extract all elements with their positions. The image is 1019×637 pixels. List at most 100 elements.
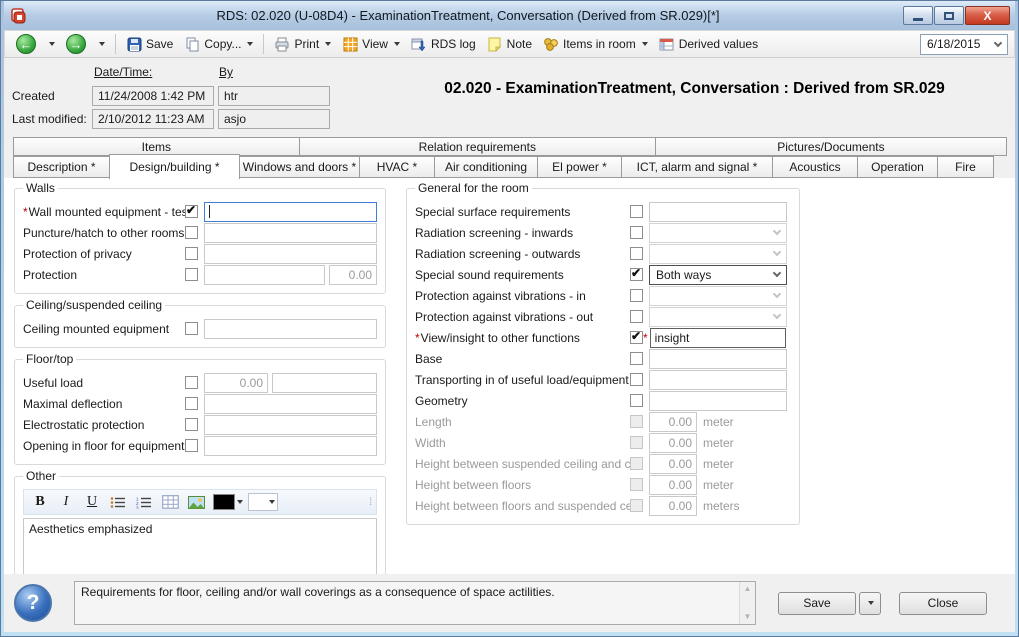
puncture-hatch-checkbox[interactable] [185, 226, 198, 239]
scroll-up-icon[interactable]: ▲ [744, 585, 752, 593]
protection-of-privacy-input[interactable] [204, 244, 377, 264]
transporting-input[interactable] [649, 370, 787, 390]
transporting-checkbox[interactable] [630, 373, 643, 386]
opening-in-floor-checkbox[interactable] [185, 439, 198, 452]
chevron-down-icon [994, 38, 1002, 46]
items-in-room-button[interactable]: Items in room [538, 34, 653, 54]
print-button[interactable]: Print [269, 34, 336, 54]
close-footer-button[interactable]: Close [899, 592, 987, 615]
maximal-deflection-checkbox[interactable] [185, 397, 198, 410]
save-options-dropdown[interactable] [859, 592, 881, 615]
ceiling-mounted-equipment-input[interactable] [204, 319, 377, 339]
scroll-down-icon[interactable]: ▼ [744, 613, 752, 621]
other-text-editor[interactable]: Aesthetics emphasized [23, 518, 377, 574]
special-surface-input[interactable] [649, 202, 787, 222]
last-modified-datetime-field[interactable]: 2/10/2012 11:23 AM [92, 109, 214, 129]
electrostatic-protection-checkbox[interactable] [185, 418, 198, 431]
special-sound-checkbox[interactable] [630, 268, 643, 281]
created-by-field[interactable]: htr [218, 86, 330, 106]
last-modified-by-field[interactable]: asjo [218, 109, 330, 129]
save-footer-button[interactable]: Save [778, 592, 856, 615]
forward-dropdown[interactable] [92, 40, 110, 48]
wall-mounted-equipment-checkbox[interactable] [185, 205, 198, 218]
walls-group: Walls *Wall mounted equipment - test Pun… [14, 188, 386, 294]
opening-in-floor-input[interactable] [204, 436, 377, 456]
back-dropdown[interactable] [42, 40, 60, 48]
italic-button[interactable]: I [54, 492, 78, 513]
minimize-button[interactable] [903, 6, 933, 25]
special-sound-select[interactable]: Both ways [649, 265, 787, 285]
puncture-hatch-input[interactable] [204, 223, 377, 243]
text-caret [209, 205, 210, 218]
left-column: Walls *Wall mounted equipment - test Pun… [14, 188, 386, 574]
radiation-outwards-checkbox[interactable] [630, 247, 643, 260]
tab-fire[interactable]: Fire [937, 156, 994, 178]
tab-ict-alarm-signal[interactable]: ICT, alarm and signal * [621, 156, 773, 178]
rds-log-button[interactable]: RDS log [406, 34, 481, 54]
copy-button[interactable]: Copy... [179, 34, 258, 54]
useful-load-amount-input[interactable] [204, 373, 268, 393]
vibrations-in-select[interactable] [649, 286, 787, 306]
protection-of-privacy-checkbox[interactable] [185, 247, 198, 260]
tab-strips: Items Relation requirements Pictures/Doc… [4, 134, 1015, 178]
insert-image-button[interactable] [184, 492, 208, 513]
maximize-button[interactable] [934, 6, 964, 25]
created-datetime-field[interactable]: 11/24/2008 1:42 PM [92, 86, 214, 106]
underline-button[interactable]: U [80, 492, 104, 513]
general-for-room-group: General for the room Special surface req… [406, 188, 800, 525]
tab-description[interactable]: Description * [13, 156, 110, 178]
special-surface-checkbox[interactable] [630, 205, 643, 218]
height-floors-suspended-label: Height between floors and suspended ceil… [415, 499, 630, 513]
font-color-button[interactable] [210, 492, 246, 513]
ceiling-mounted-equipment-checkbox[interactable] [185, 322, 198, 335]
tab-relation-requirements[interactable]: Relation requirements [299, 137, 656, 156]
base-input[interactable] [649, 349, 787, 369]
toolbar-overflow-handle[interactable]: ⁞ [369, 497, 372, 508]
radiation-outwards-select[interactable] [649, 244, 787, 264]
wall-mounted-equipment-input[interactable] [204, 202, 377, 222]
view-button[interactable]: View [337, 34, 405, 54]
height-suspended-ceiling-amount-input [649, 454, 697, 474]
vibrations-in-checkbox[interactable] [630, 289, 643, 302]
tab-operation[interactable]: Operation [857, 156, 938, 178]
tab-air-conditioning[interactable]: Air conditioning [434, 156, 538, 178]
protection-input[interactable] [204, 265, 325, 285]
help-icon[interactable]: ? [14, 584, 52, 622]
app-icon[interactable] [9, 7, 27, 25]
note-button[interactable]: Note [482, 34, 537, 54]
bold-button[interactable]: B [28, 492, 52, 513]
tab-acoustics[interactable]: Acoustics [772, 156, 858, 178]
back-button[interactable]: ← [11, 32, 41, 56]
tab-design-building[interactable]: Design/building * [109, 154, 240, 179]
tab-pictures-documents[interactable]: Pictures/Documents [655, 137, 1007, 156]
protection-amount-input[interactable] [329, 265, 377, 285]
geometry-checkbox[interactable] [630, 394, 643, 407]
tab-windows-and-doors[interactable]: Windows and doors * [239, 156, 360, 178]
radiation-inwards-checkbox[interactable] [630, 226, 643, 239]
help-scrollbar[interactable]: ▲ ▼ [739, 582, 755, 624]
derived-values-button[interactable]: Derived values [654, 34, 763, 54]
tab-hvac[interactable]: HVAC * [359, 156, 435, 178]
bullet-list-button[interactable] [106, 492, 130, 513]
numbered-list-button[interactable]: 123 [132, 492, 156, 513]
forward-button[interactable]: → [61, 32, 91, 56]
close-button[interactable]: X [965, 6, 1010, 25]
insert-table-button[interactable] [158, 492, 182, 513]
form-row-wall-mounted-equipment: *Wall mounted equipment - test [23, 201, 377, 222]
date-picker[interactable]: 6/18/2015 [920, 34, 1008, 55]
maximal-deflection-input[interactable] [204, 394, 377, 414]
tab-el-power[interactable]: El power * [537, 156, 622, 178]
save-button[interactable]: Save [121, 34, 178, 54]
vibrations-out-checkbox[interactable] [630, 310, 643, 323]
radiation-inwards-select[interactable] [649, 223, 787, 243]
vibrations-out-select[interactable] [649, 307, 787, 327]
font-dropdown[interactable] [248, 493, 278, 511]
electrostatic-protection-input[interactable] [204, 415, 377, 435]
useful-load-input[interactable] [272, 373, 377, 393]
base-checkbox[interactable] [630, 352, 643, 365]
geometry-input[interactable] [649, 391, 787, 411]
protection-checkbox[interactable] [185, 268, 198, 281]
useful-load-checkbox[interactable] [185, 376, 198, 389]
view-insight-input[interactable] [650, 328, 786, 348]
view-insight-checkbox[interactable] [630, 331, 643, 344]
